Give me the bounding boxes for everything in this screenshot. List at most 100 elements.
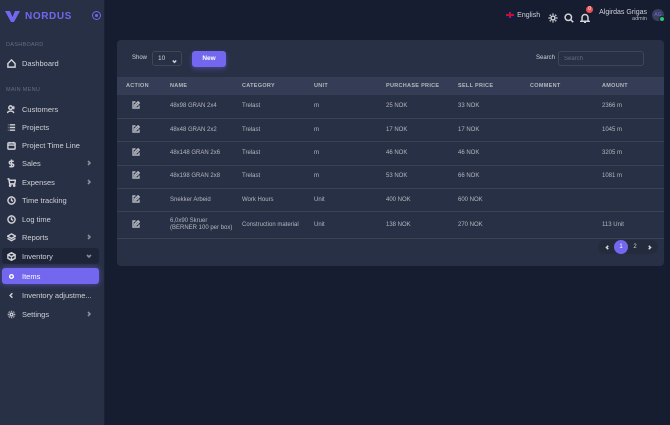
cell-category: Work Hours [233,188,305,213]
language-label: English [517,11,541,19]
calendar-icon [6,140,16,150]
cell-name: 48x48 GRAN 2x2 [161,118,233,143]
edit-icon[interactable] [132,194,141,203]
sidebar-toggle-icon[interactable] [92,11,101,20]
sidebar-item-label: Expenses [22,177,55,187]
page-size-value: 10 [158,55,166,62]
chevron-left-icon [604,244,609,250]
cell-amount: 1045 m [593,118,664,143]
sidebar-item-inventory[interactable]: Inventory [2,248,99,264]
chevron-right-icon [86,159,94,167]
cell-sell-price: 66 NOK [449,165,521,190]
sun-icon[interactable] [548,10,558,23]
sidebar-item-settings[interactable]: Settings [2,306,99,322]
sidebar-item-sales[interactable]: Sales [2,155,99,171]
cell-comment [521,141,593,166]
cell-comment [521,188,593,213]
chevron-right-icon [86,178,94,186]
page-button-1[interactable]: 1 [614,240,628,254]
chevron-right-icon [647,244,652,250]
cell-amount [593,188,664,213]
cell-amount: 2366 m [593,95,664,119]
next-page-button[interactable] [642,240,656,254]
items-card: Show 10 New Search ACTION NAME CATEGORY … [117,40,664,266]
new-item-button[interactable]: New [192,51,226,67]
column-header[interactable]: NAME [161,77,233,95]
cell-comment [521,211,593,240]
cell-category: Trelast [233,118,305,143]
sidebar-item-label: Project Time Line [22,140,80,150]
cell-name: 48x148 GRAN 2x6 [161,141,233,166]
column-header[interactable]: SELL PRICE [449,77,521,95]
sidebar-item-label: Items [22,271,41,281]
cell-sell-price: 33 NOK [449,95,521,119]
sidebar-item-time-tracking[interactable]: Time tracking [2,192,99,208]
nav-header-main-menu: MAIN MENU [6,87,41,93]
search-input[interactable] [558,51,644,66]
layers-icon [6,232,16,242]
page-size-select[interactable]: 10 [152,51,182,66]
bell-icon[interactable]: 0 [579,6,594,23]
prev-page-button[interactable] [600,240,614,254]
column-header[interactable]: CATEGORY [233,77,305,95]
sidebar-item-dashboard[interactable]: Dashboard [2,55,99,71]
sidebar-item-items[interactable]: Items [2,268,99,284]
cell-purchase-price: 400 NOK [377,188,449,213]
table-row: 6,0x90 Skruer (BERNER 100 per box) Const… [117,211,664,240]
column-header[interactable]: COMMENT [521,77,593,95]
search-label: Search [536,55,556,61]
sidebar-item-project-time-line[interactable]: Project Time Line [2,137,99,153]
sidebar-item-label: Settings [22,309,50,319]
sidebar-item-projects[interactable]: Projects [2,119,99,135]
cell-purchase-price: 17 NOK [377,118,449,143]
column-header[interactable]: PURCHASE PRICE [377,77,449,95]
sidebar-item-label: Customers [22,104,59,114]
edit-icon[interactable] [132,147,141,156]
user-info[interactable]: Algirdas Grigas admin [599,9,647,22]
sidebar-item-log-time[interactable]: Log time [2,211,99,227]
sidebar-item-reports[interactable]: Reports [2,229,99,245]
cell-unit: m [305,118,377,143]
cell-category: Construction material [233,211,305,240]
brand-name: NORDUS [25,10,72,22]
cell-comment [521,95,593,119]
column-header[interactable]: ACTION [117,77,161,95]
sidebar: NORDUS DASHBOARD Dashboard MAIN MENU Cus… [0,0,105,425]
cart-icon [6,177,16,187]
pagination: 1 2 [598,240,658,254]
home-icon [6,58,16,68]
search-icon[interactable] [564,10,574,23]
cell-unit: Unit [305,188,377,213]
gear-icon [6,309,16,319]
column-header[interactable]: UNIT [305,77,377,95]
edit-icon[interactable] [132,124,141,133]
cell-unit: m [305,165,377,190]
cell-sell-price: 600 NOK [449,188,521,213]
column-header[interactable]: AMOUNT [593,77,664,95]
page-button-2[interactable]: 2 [628,240,642,254]
cell-comment [521,165,593,190]
avatar[interactable]: AG [652,9,665,22]
chevron-right-icon [86,310,94,318]
edit-icon[interactable] [132,171,141,180]
sidebar-item-customers[interactable]: Customers [2,101,99,117]
language-selector[interactable]: English [506,12,540,19]
brand[interactable]: NORDUS [5,9,101,23]
logo-icon [5,10,20,22]
cell-category: Trelast [233,165,305,190]
edit-icon[interactable] [132,219,141,228]
table-row: 48x48 GRAN 2x2 Trelast m 17 NOK 17 NOK 1… [117,118,664,143]
chevron-down-icon [172,56,177,64]
notification-badge: 0 [586,6,594,13]
cell-category: Trelast [233,95,305,119]
uk-flag-icon [506,12,515,18]
cell-unit: m [305,141,377,166]
table-header-row: ACTION NAME CATEGORY UNIT PURCHASE PRICE… [117,77,664,95]
table-row: Snekker Arbeid Work Hours Unit 400 NOK 6… [117,188,664,213]
sidebar-item-inventory-adjustments[interactable]: Inventory adjustme... [2,287,99,303]
edit-icon[interactable] [132,100,141,109]
list-icon [6,122,16,132]
cell-name: Snekker Arbeid [161,188,233,213]
user-role: admin [632,15,647,22]
sidebar-item-expenses[interactable]: Expenses [2,174,99,190]
